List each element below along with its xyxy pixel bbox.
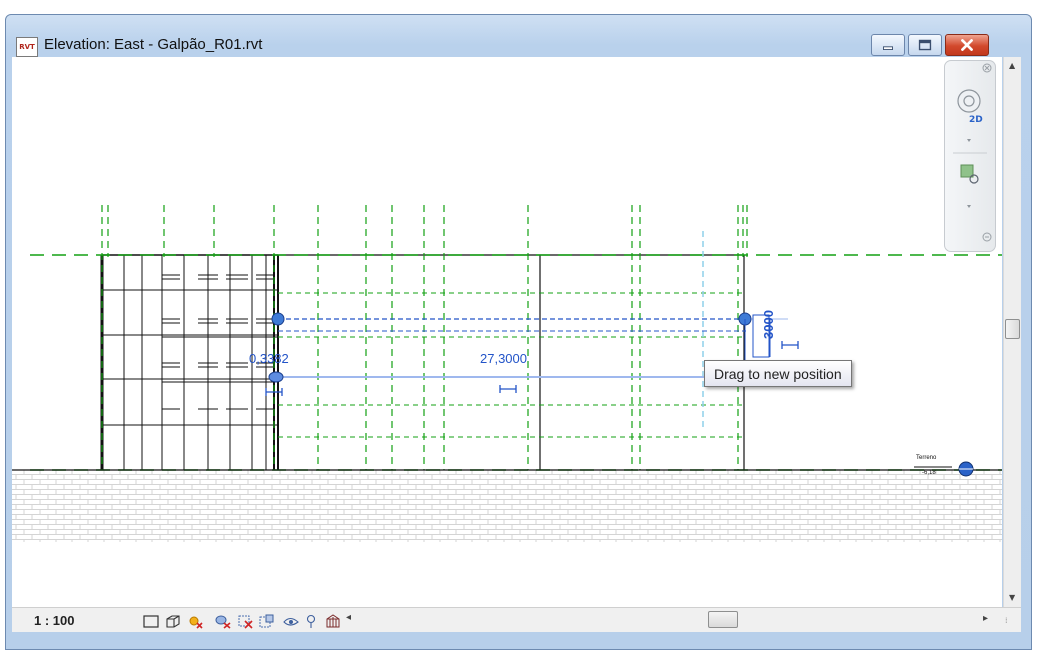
maximize-button[interactable] [908,34,942,56]
analytical-model-icon[interactable] [324,613,342,629]
close-button[interactable] [945,34,989,56]
dimension-vertical-value[interactable]: 3000 [761,310,776,339]
minimize-icon [883,46,893,50]
drag-grip-left[interactable] [271,312,285,326]
level-marker-name: Terreno [916,455,937,461]
crop-view-icon[interactable] [236,613,254,629]
zoom-region-icon[interactable] [955,161,985,187]
drag-grip-bottom[interactable] [268,371,284,383]
scroll-right-icon[interactable]: ▸ [983,613,988,624]
resize-grip-icon[interactable]: ⁞ [1005,616,1008,625]
window-title: Elevation: East - Galpão_R01.rvt [44,36,263,53]
view-scale[interactable]: 1 : 100 [34,613,74,628]
sun-path-icon[interactable] [186,613,204,629]
visual-style-icon[interactable] [164,613,182,629]
drag-tooltip: Drag to new position [704,360,852,387]
2d-wheel-icon[interactable] [955,89,985,131]
ground-hatch [12,470,1002,542]
level-marker-value: -6,18 [922,470,936,476]
rvt-file-icon: RVT [16,37,38,57]
scroll-up-icon[interactable]: ▲ [1009,61,1015,70]
scroll-down-icon[interactable]: ▼ [1009,593,1015,602]
horizontal-scroll-thumb[interactable] [708,611,738,628]
scroll-left-icon[interactable]: ◂ [346,612,351,623]
detail-level-icon[interactable] [142,613,160,629]
nav-bar-close-icon[interactable] [981,61,993,73]
dimension-left-value[interactable]: 0,3382 [249,351,289,366]
elevation-view-canvas[interactable]: 0,3382 27,3000 3000 Terreno -6,18 2D Dra… [12,57,1002,607]
show-crop-region-icon[interactable] [258,613,276,629]
dimension-middle-value[interactable]: 27,3000 [480,351,527,366]
reveal-hidden-icon[interactable] [302,613,320,629]
shadows-icon[interactable] [214,613,232,629]
top-strip [0,0,1037,14]
close-icon [961,39,973,51]
navigation-bar: 2D [944,60,996,252]
minimize-button[interactable] [871,34,905,56]
temporary-hide-icon[interactable] [282,613,300,629]
elevation-drawing [12,205,1002,542]
view-control-bar: 1 : 100 ◂ ▸ ⁞ [12,607,1021,632]
maximize-icon [918,39,932,51]
vertical-scrollbar[interactable]: ▲ ▼ [1003,57,1021,607]
vertical-scroll-thumb[interactable] [1005,319,1020,339]
horizontal-scrollbar[interactable]: ▸ ⁞ [455,609,1015,631]
